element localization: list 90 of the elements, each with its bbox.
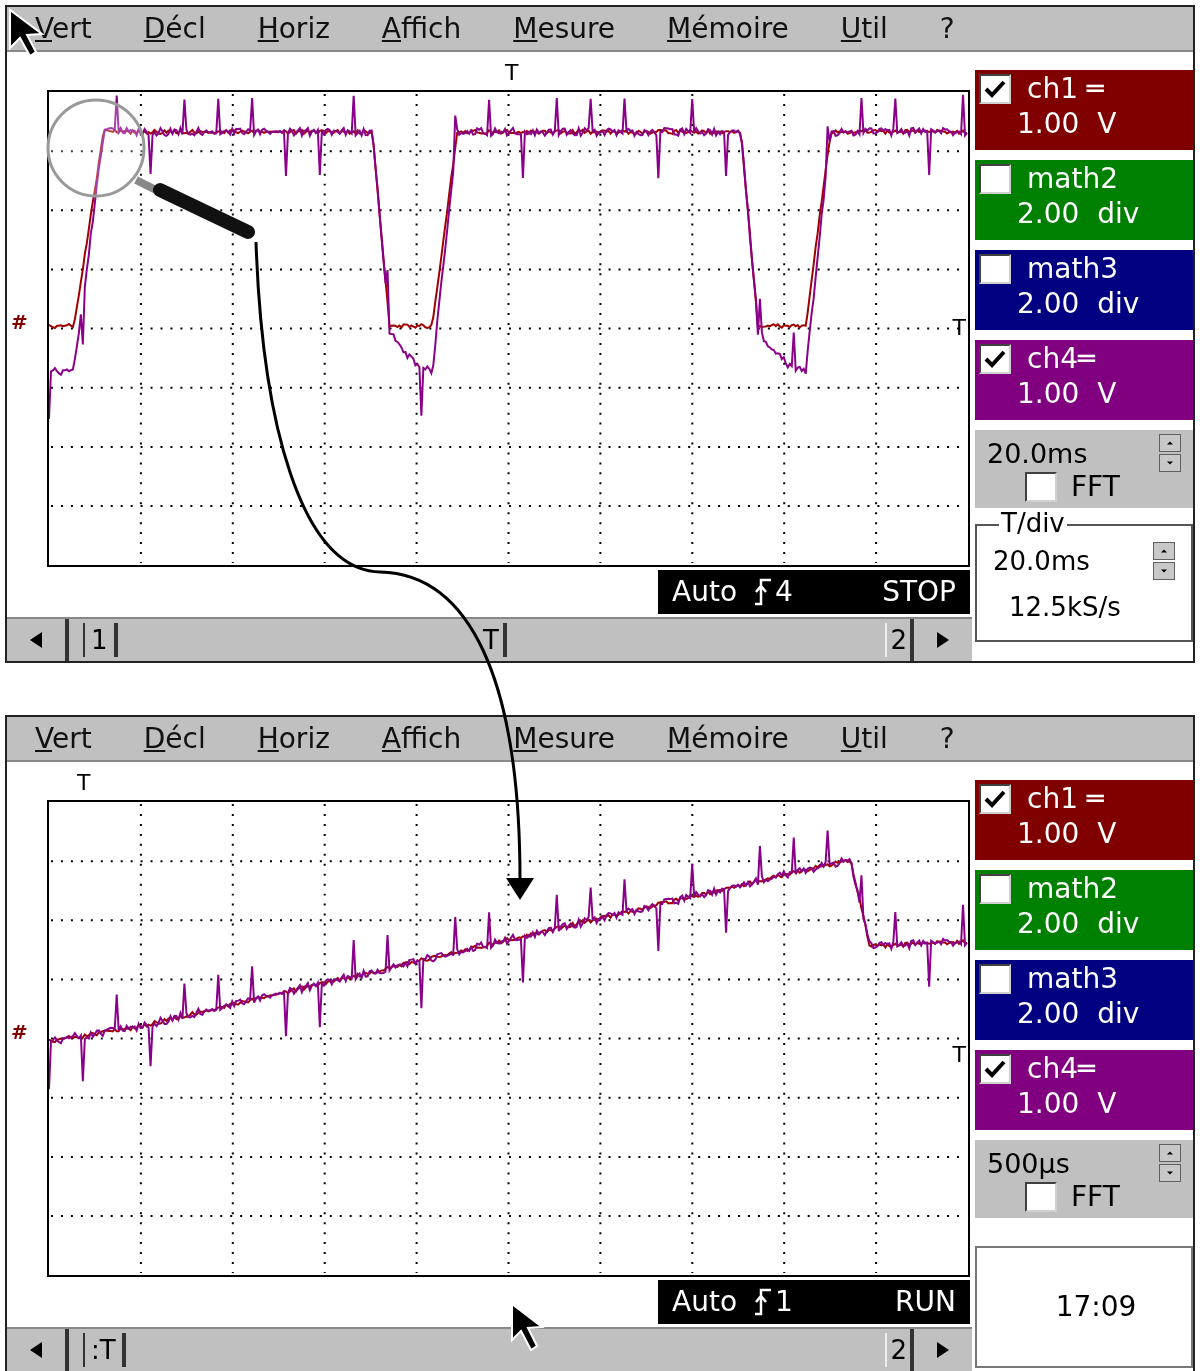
scroll-marker: 1 <box>83 623 118 657</box>
down-arrow-icon <box>1159 568 1169 574</box>
channel-name: ch1 ═ <box>1027 785 1104 813</box>
right-arrow-icon <box>935 631 951 649</box>
checkbox[interactable] <box>979 254 1011 284</box>
spin-down-button[interactable] <box>1153 562 1175 580</box>
checkbox[interactable] <box>979 964 1011 994</box>
channel-scale: 1.00 V <box>1016 106 1118 138</box>
up-arrow-icon <box>1159 548 1169 554</box>
menu-item[interactable]: ? <box>939 14 955 43</box>
channel-scale: 1.00 V <box>1016 376 1118 408</box>
trigger-source: 4 <box>775 574 793 610</box>
checkbox[interactable] <box>979 164 1011 194</box>
channel-scale: 2.00 div <box>1016 196 1141 228</box>
channel-scale: 2.00 div <box>1016 906 1141 938</box>
trigger-mode: Auto <box>672 574 737 610</box>
checkbox[interactable] <box>979 344 1011 374</box>
trigger-position-marker: T <box>505 62 519 84</box>
spin-up-button[interactable] <box>1159 434 1181 452</box>
channel-panel[interactable]: math2 2.00 div <box>975 160 1193 240</box>
up-arrow-icon <box>1165 440 1175 446</box>
channel-scale: 2.00 div <box>1016 286 1141 318</box>
spin-up-button[interactable] <box>1159 1144 1181 1162</box>
channel-scale: 1.00 V <box>1016 816 1118 848</box>
menu-item[interactable]: Décl <box>143 724 206 753</box>
channel-panel[interactable]: ch1 ═ 1.00 V <box>975 780 1193 860</box>
menu-item[interactable]: Mesure <box>513 724 616 753</box>
acquisition-state: RUN <box>895 1284 956 1320</box>
menu-item[interactable]: Vert <box>35 724 92 753</box>
timebase-value: 20.0ms <box>987 439 1088 467</box>
panel-legend: T/div <box>999 510 1067 536</box>
left-arrow-icon <box>28 1341 44 1359</box>
channel-panel[interactable]: math2 2.00 div <box>975 870 1193 950</box>
channel-name: math3 <box>1027 255 1118 283</box>
checkbox[interactable] <box>979 784 1011 814</box>
menu-item[interactable]: Horiz <box>257 14 330 43</box>
checkbox[interactable] <box>1025 472 1057 502</box>
menu-item[interactable]: Mémoire <box>667 724 789 753</box>
spin-down-button[interactable] <box>1159 1164 1181 1182</box>
channel-panel[interactable]: ch4═ 1.00 V <box>975 340 1193 420</box>
channel-panel[interactable]: ch1 ═ 1.00 V <box>975 70 1193 150</box>
menu-item[interactable]: Mesure <box>513 14 616 43</box>
menu-item[interactable]: Décl <box>143 14 206 43</box>
trigger-position-marker: T <box>77 772 91 794</box>
channel-scale: 2.00 div <box>1016 996 1141 1028</box>
ground-marker: # <box>10 1019 29 1046</box>
channel-panel[interactable]: ch4═ 1.00 V <box>975 1050 1193 1130</box>
fft-label: FFT <box>1071 473 1120 501</box>
trigger-level-marker: T <box>952 1044 966 1066</box>
trigger-edge-icon <box>753 1286 773 1318</box>
scroll-marker: :T <box>83 1333 126 1367</box>
menu-item[interactable]: Util <box>840 724 888 753</box>
trigger-level-marker: T <box>952 317 966 339</box>
ground-marker: # <box>10 309 29 336</box>
up-arrow-icon <box>1165 1150 1175 1156</box>
channel-name: math2 <box>1027 875 1118 903</box>
timebase-value: 500µs <box>987 1149 1070 1177</box>
time-per-division-value: 20.0ms <box>993 548 1090 574</box>
menu-item[interactable]: Vert <box>35 14 92 43</box>
menu-item[interactable]: Util <box>840 14 888 43</box>
fft-label: FFT <box>1071 1183 1120 1211</box>
left-arrow-icon <box>28 631 44 649</box>
down-arrow-icon <box>1165 1170 1175 1176</box>
checkbox[interactable] <box>979 874 1011 904</box>
right-arrow-icon <box>935 1341 951 1359</box>
trigger-mode: Auto <box>672 1284 737 1320</box>
acquisition-state: STOP <box>882 574 956 610</box>
sample-rate: 12.5kS/s <box>1009 594 1122 620</box>
channel-name: ch1 ═ <box>1027 75 1104 103</box>
spin-up-button[interactable] <box>1153 542 1175 560</box>
clock-time: 17:09 <box>1054 1289 1137 1325</box>
down-arrow-icon <box>1165 460 1175 466</box>
menu-item[interactable]: Mémoire <box>667 14 789 43</box>
channel-panel[interactable]: math3 2.00 div <box>975 960 1193 1040</box>
menu-item[interactable]: ? <box>939 724 955 753</box>
trigger-edge-icon <box>753 576 773 608</box>
channel-name: math2 <box>1027 165 1118 193</box>
spin-down-button[interactable] <box>1159 454 1181 472</box>
checkbox[interactable] <box>1025 1182 1057 1212</box>
channel-name: ch4═ <box>1027 1055 1095 1083</box>
checkbox[interactable] <box>979 1054 1011 1084</box>
trigger-source: 1 <box>775 1284 793 1320</box>
channel-panel[interactable]: math3 2.00 div <box>975 250 1193 330</box>
channel-scale: 1.00 V <box>1016 1086 1118 1118</box>
menu-item[interactable]: Affich <box>381 724 462 753</box>
channel-name: ch4═ <box>1027 345 1095 373</box>
checkbox[interactable] <box>979 74 1011 104</box>
menu-item[interactable]: Horiz <box>257 724 330 753</box>
channel-name: math3 <box>1027 965 1118 993</box>
menu-item[interactable]: Affich <box>381 14 462 43</box>
